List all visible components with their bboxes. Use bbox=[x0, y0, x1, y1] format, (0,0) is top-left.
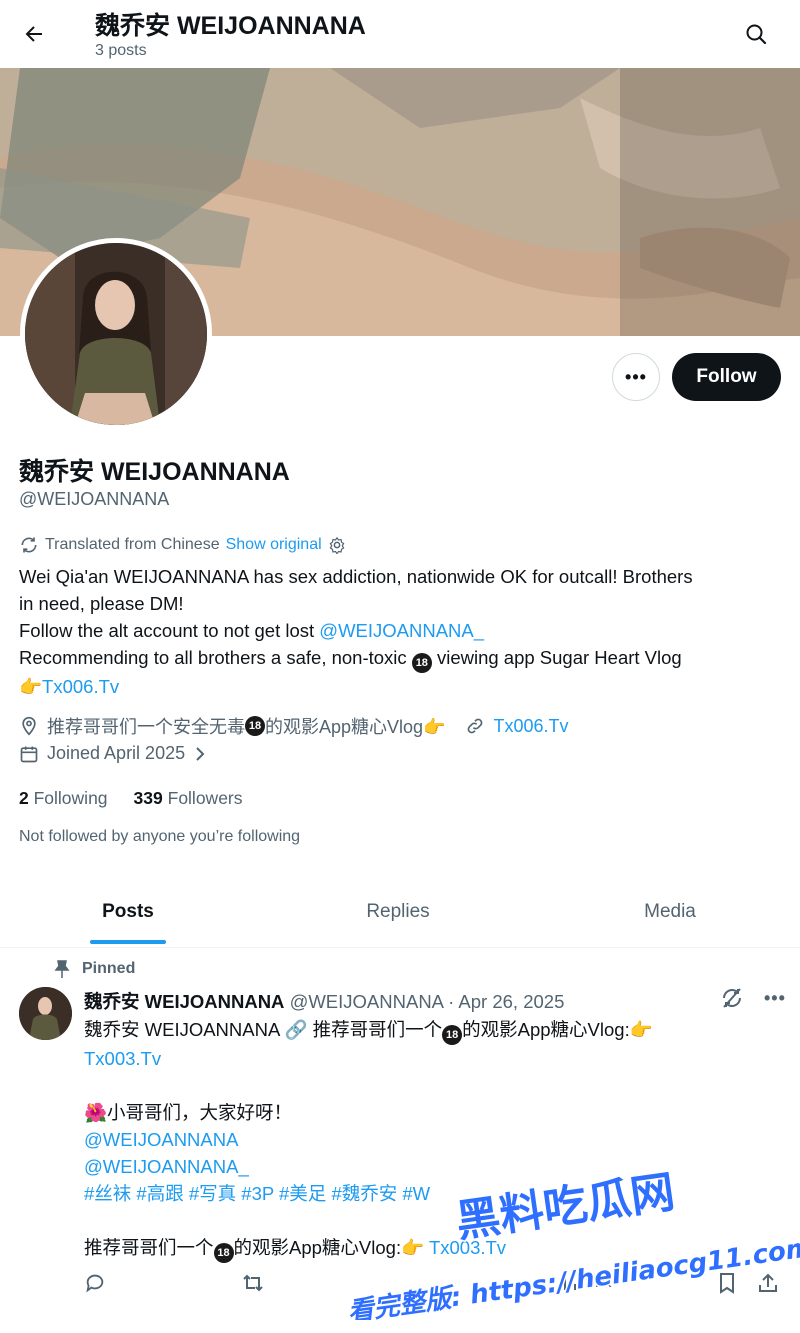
post-line-1: 魏乔安 WEIJOANNANA 🔗 推荐哥哥们一个 18 的观影App糖心Vlog:… bbox=[84, 1016, 784, 1045]
tab-media[interactable]: Media bbox=[540, 878, 800, 946]
share-button[interactable] bbox=[757, 1272, 779, 1294]
followers-label: Followers bbox=[167, 788, 243, 808]
post-hashtags[interactable]: #丝袜 #高跟 #写真 #3P #美足 #魏乔安 #W bbox=[84, 1180, 784, 1207]
translation-notice: Translated from Chinese Show original bbox=[19, 535, 346, 555]
followers-count: 339 bbox=[133, 788, 163, 808]
calendar-icon bbox=[19, 744, 39, 764]
posts-count: 3 posts bbox=[95, 42, 147, 59]
post-mention-2[interactable]: @WEIJOANNANA_ bbox=[84, 1153, 784, 1180]
followers-stat[interactable]: 339 Followers bbox=[134, 788, 243, 809]
post-line-3: 🌺小哥哥们，大家好呀！ bbox=[84, 1102, 293, 1123]
bookmark-icon bbox=[720, 1273, 734, 1294]
profile-meta-row: 推荐哥哥们一个安全无毒 18 的观影App糖心Vlog👉 Tx006.Tv bbox=[19, 713, 569, 739]
repost-icon bbox=[243, 1274, 263, 1292]
bio-line-2: in need, please DM! bbox=[19, 593, 184, 614]
pointing-hand-icon: 👉 bbox=[19, 676, 43, 697]
alt-account-link[interactable]: @WEIJOANNANA_ bbox=[319, 620, 484, 641]
pinned-text: Pinned bbox=[82, 960, 136, 977]
adult-18-icon: 18 bbox=[411, 653, 432, 673]
top-bar: 魏乔安 WEIJOANNANA 3 posts bbox=[0, 0, 800, 68]
following-stat[interactable]: 2 Following bbox=[19, 788, 108, 809]
post-author-name[interactable]: 魏乔安 WEIJOANNANA bbox=[84, 991, 284, 1012]
adult-18-icon: 18 bbox=[213, 1243, 234, 1263]
profile-handle: @WEIJOANNANA bbox=[19, 489, 170, 509]
reply-icon bbox=[86, 1274, 104, 1293]
location-text-suffix: 的观影App糖心Vlog👉 bbox=[265, 717, 446, 737]
bio-text: Follow the alt account to not get lost bbox=[19, 620, 320, 641]
show-original-link[interactable]: Show original bbox=[226, 536, 322, 554]
repost-button[interactable] bbox=[241, 1272, 265, 1294]
following-label: Following bbox=[33, 788, 108, 808]
post-actions: 17K bbox=[84, 1272, 784, 1302]
bio-text: Recommending to all brothers a safe, non… bbox=[19, 647, 412, 668]
chevron-right-icon bbox=[193, 745, 207, 763]
pinned-label: Pinned bbox=[54, 960, 135, 978]
page-title: 魏乔安 WEIJOANNANA bbox=[95, 12, 366, 40]
search-button[interactable] bbox=[736, 14, 776, 54]
pin-icon bbox=[54, 960, 70, 978]
follow-button[interactable]: Follow bbox=[672, 353, 781, 401]
post-link-2[interactable]: Tx003.Tv bbox=[429, 1237, 506, 1258]
post-line-7: 推荐哥哥们一个 18 的观影App糖心Vlog:👉 Tx003.Tv bbox=[84, 1234, 784, 1263]
follow-stats: 2 Following 339 Followers bbox=[19, 788, 243, 809]
arrow-left-icon bbox=[25, 26, 42, 42]
post-text-part: 推荐哥哥们一个 bbox=[84, 1237, 214, 1258]
tab-posts[interactable]: Posts bbox=[0, 878, 256, 946]
link-icon bbox=[465, 716, 485, 736]
bio-line-4: Recommending to all brothers a safe, non… bbox=[19, 644, 789, 673]
bookmark-button[interactable] bbox=[717, 1272, 737, 1294]
more-dots-icon: ••• bbox=[625, 366, 647, 387]
bio-website-link[interactable]: Tx006.Tv bbox=[42, 676, 119, 697]
post-text-part: 的观影App糖心Vlog:👉 bbox=[462, 1019, 653, 1040]
avatar-photo bbox=[25, 243, 207, 425]
more-options-button[interactable]: ••• bbox=[612, 353, 660, 401]
back-button[interactable] bbox=[14, 14, 54, 54]
mutual-followers-note: Not followed by anyone you’re following bbox=[19, 828, 301, 845]
post-header-icons: ••• bbox=[720, 986, 786, 1010]
bio-line-3: Follow the alt account to not get lost @… bbox=[19, 617, 789, 644]
location-text: 推荐哥哥们一个安全无毒 bbox=[47, 717, 245, 737]
search-icon bbox=[746, 24, 767, 45]
translate-icon[interactable] bbox=[720, 986, 744, 1010]
profile-bio: Wei Qia'an WEIJOANNANA has sex addiction… bbox=[19, 563, 789, 700]
post-author-avatar[interactable] bbox=[19, 987, 72, 1040]
profile-tabs: Posts Replies Media bbox=[0, 878, 800, 948]
post-text-part: 魏乔安 WEIJOANNANA 🔗 推荐哥哥们一个 bbox=[84, 1019, 443, 1040]
post-link-1[interactable]: Tx003.Tv bbox=[84, 1045, 784, 1072]
post-text: 魏乔安 WEIJOANNANA 🔗 推荐哥哥们一个 18 的观影App糖心Vlog:… bbox=[84, 1016, 784, 1263]
bio-line-1: Wei Qia'an WEIJOANNANA has sex addiction… bbox=[19, 566, 693, 587]
location-pin-icon bbox=[19, 716, 39, 736]
adult-18-icon: 18 bbox=[245, 716, 265, 736]
translated-label: Translated from Chinese bbox=[45, 536, 220, 553]
tab-replies[interactable]: Replies bbox=[256, 878, 540, 946]
bio-text: viewing app Sugar Heart Vlog bbox=[431, 647, 682, 668]
website-link[interactable]: Tx006.Tv bbox=[493, 716, 568, 737]
post-header: 魏乔安 WEIJOANNANA @WEIJOANNANA · Apr 26, 2… bbox=[84, 988, 564, 1014]
post-more-icon[interactable]: ••• bbox=[764, 988, 786, 1009]
profile-avatar[interactable] bbox=[20, 238, 212, 430]
bio-line-5: 👉Tx006.Tv bbox=[19, 673, 789, 700]
adult-18-icon: 18 bbox=[442, 1025, 463, 1045]
views-button[interactable]: 17K bbox=[557, 1272, 612, 1292]
reply-button[interactable] bbox=[84, 1272, 106, 1294]
share-icon bbox=[759, 1273, 777, 1292]
views-count: 17K bbox=[585, 1273, 612, 1291]
joined-row[interactable]: Joined April 2025 bbox=[19, 743, 207, 764]
post-mention-1[interactable]: @WEIJOANNANA bbox=[84, 1126, 784, 1153]
views-chart-icon bbox=[559, 1275, 576, 1290]
following-count: 2 bbox=[19, 788, 29, 808]
display-name: 魏乔安 WEIJOANNANA bbox=[19, 458, 290, 486]
gear-icon[interactable] bbox=[328, 536, 346, 554]
post-avatar-photo bbox=[19, 987, 72, 1040]
post-author-meta[interactable]: @WEIJOANNANA · Apr 26, 2025 bbox=[290, 991, 565, 1012]
joined-date: Joined April 2025 bbox=[47, 743, 186, 763]
post-text-part: 的观影App糖心Vlog:👉 bbox=[233, 1237, 429, 1258]
active-tab-indicator bbox=[90, 940, 166, 944]
translate-icon bbox=[21, 537, 37, 553]
